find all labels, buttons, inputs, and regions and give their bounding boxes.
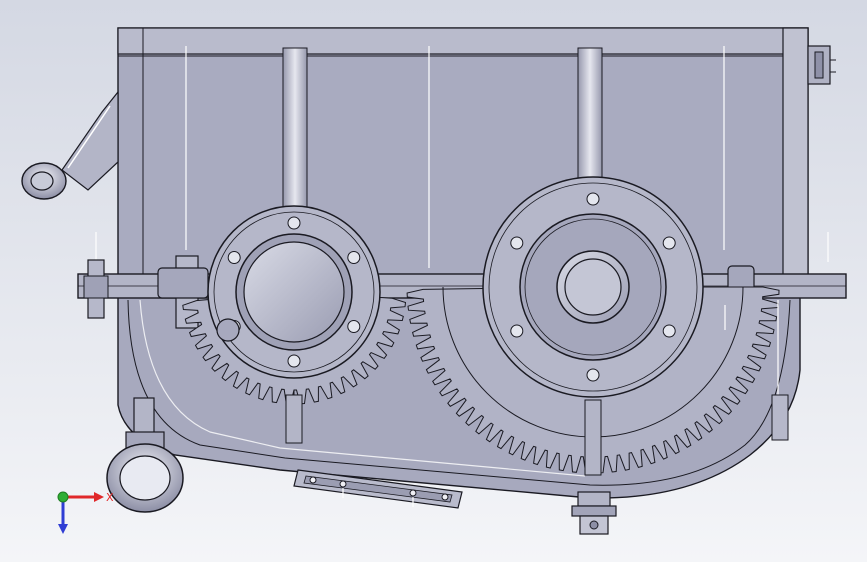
cad-viewport[interactable]: X [0, 0, 867, 562]
right-cap-bolt-hole [586, 192, 600, 206]
right-foot-pad [771, 394, 789, 441]
left-cap-bolt-hole [347, 320, 361, 333]
axis-origin-icon [57, 491, 69, 503]
cover-right-wall [782, 27, 809, 279]
gearbox-drawing[interactable]: X [0, 0, 867, 562]
right-cap-bolt-hole [662, 236, 676, 250]
right-cap-bolt-hole [510, 324, 524, 338]
right-cap-bolt-hole [662, 324, 676, 338]
left-lower-rib [285, 394, 303, 444]
right-bearing-cap [482, 176, 704, 398]
cover-top-rim [117, 27, 809, 55]
right-cap-bolt-hole [586, 368, 600, 382]
x-axis-label: X [106, 491, 114, 504]
left-end-bolt [83, 259, 109, 319]
right-lower-rib [584, 399, 602, 476]
left-cap-bolt-hole [347, 251, 361, 264]
right-stiffening-rib [577, 47, 603, 189]
left-stiffening-rib [282, 47, 308, 209]
upper-housing-cover [117, 27, 809, 279]
left-bearing-cap [207, 205, 381, 379]
right-cap-bolt-hole [510, 236, 524, 250]
left-cap-plug [216, 318, 240, 342]
left-cap-bolt-hole [227, 251, 241, 264]
left-cap-bolt-hole [287, 354, 301, 368]
left-cap-bolt-hole [287, 216, 301, 230]
